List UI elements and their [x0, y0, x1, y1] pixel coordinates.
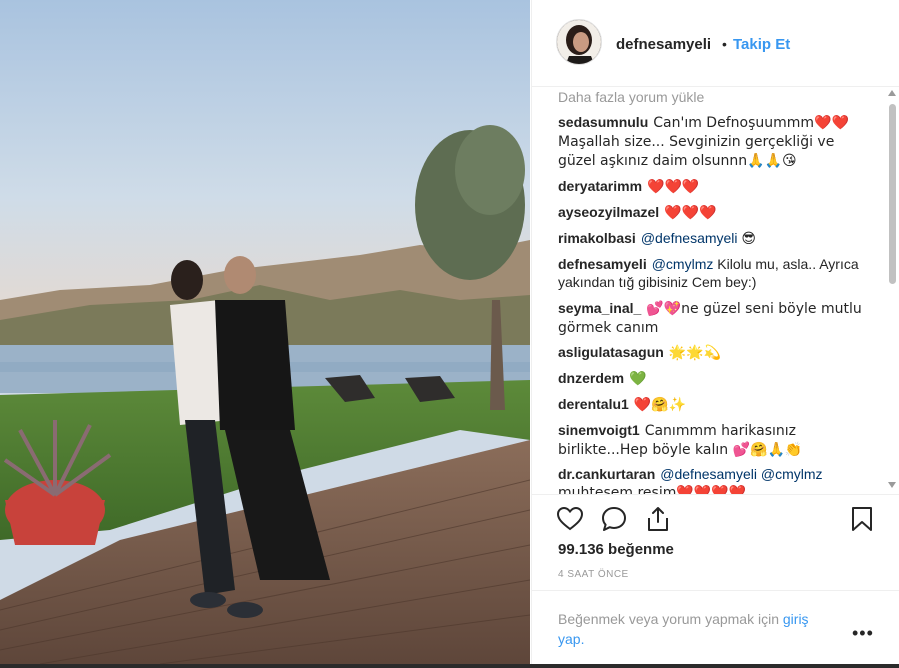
- comment-username[interactable]: seyma_inal_: [558, 300, 641, 316]
- comment-username[interactable]: asligulatasagun: [558, 344, 664, 360]
- post-header: defnesamyeli • Takip Et: [532, 0, 899, 87]
- load-more-comments[interactable]: Daha fazla yorum yükle: [558, 89, 704, 105]
- post-timestamp[interactable]: 4 SAAT ÖNCE: [558, 569, 629, 580]
- comment-text: 😎: [741, 231, 757, 247]
- comment-username[interactable]: ayseozyilmazel: [558, 204, 659, 220]
- action-bar: [532, 494, 899, 543]
- comment-text: ❤️❤️❤️: [647, 179, 700, 195]
- comment: rimakolbasi @defnesamyeli 😎: [558, 229, 873, 248]
- comment-mention[interactable]: @defnesamyeli @cmylmz: [660, 466, 822, 482]
- login-prompt-label: Beğenmek veya yorum yapmak için: [558, 611, 779, 627]
- bookmark-icon[interactable]: [848, 505, 876, 533]
- comment: asligulatasagun 🌟🌟💫: [558, 343, 873, 362]
- comment-username[interactable]: rimakolbasi: [558, 230, 636, 246]
- comment-username[interactable]: dr.cankurtaran: [558, 466, 655, 482]
- comment: dr.cankurtaran @defnesamyeli @cmylmz muht…: [558, 465, 873, 494]
- heart-icon[interactable]: [556, 505, 584, 533]
- avatar[interactable]: [556, 19, 602, 65]
- comment-username[interactable]: defnesamyeli: [558, 256, 647, 272]
- comment-username[interactable]: derentalu1: [558, 396, 629, 412]
- scroll-thumb[interactable]: [889, 104, 896, 284]
- comments-list[interactable]: Daha fazla yorum yükle sedasumnulu Can'ım…: [532, 86, 899, 494]
- comment-text: ❤️❤️❤️: [664, 205, 717, 221]
- comment-text: 🌟🌟💫: [668, 345, 722, 361]
- comment-username[interactable]: deryatarimm: [558, 178, 642, 194]
- more-options-icon[interactable]: •••: [852, 623, 874, 644]
- share-icon[interactable]: [644, 505, 672, 533]
- follow-button[interactable]: Takip Et: [733, 36, 790, 53]
- comment: seyma_inal_ 💕💖ne güzel seni böyle mutlu g…: [558, 299, 873, 337]
- scroll-down-arrow-icon[interactable]: [888, 482, 896, 488]
- scroll-up-arrow-icon[interactable]: [888, 90, 896, 96]
- comment-icon[interactable]: [600, 505, 628, 533]
- comment: derentalu1 ❤️🤗✨: [558, 395, 873, 414]
- comment-text: 💚: [629, 371, 647, 387]
- follow-separator: •: [722, 36, 727, 52]
- comments-scrollbar[interactable]: [886, 86, 898, 494]
- comment-mention[interactable]: @defnesamyeli: [641, 230, 738, 246]
- comment: sinemvoigt1 Canımmm harikasınız birlikte.…: [558, 421, 873, 459]
- comment: sedasumnulu Can'ım Defnoşuummm❤️❤️Maşalla…: [558, 113, 873, 170]
- post-photo: [0, 0, 530, 664]
- comment: ayseozyilmazel ❤️❤️❤️: [558, 203, 873, 222]
- comment-text: muhteşem resim❤️❤️❤️❤️: [558, 485, 747, 494]
- comment-username[interactable]: sedasumnulu: [558, 114, 648, 130]
- likes-count[interactable]: 99.136 beğenme: [558, 541, 674, 558]
- comment-text: ❤️🤗✨: [633, 397, 687, 413]
- comment-username[interactable]: dnzerdem: [558, 370, 624, 386]
- login-prompt: Beğenmek veya yorum yapmak için giriş ya…: [532, 590, 899, 665]
- comment: deryatarimm ❤️❤️❤️: [558, 177, 873, 196]
- comment-username[interactable]: sinemvoigt1: [558, 422, 640, 438]
- comment: dnzerdem 💚: [558, 369, 873, 388]
- comment: defnesamyeli @cmylmz Kilolu mu, asla.. Ay…: [558, 255, 873, 291]
- comment-mention[interactable]: @cmylmz: [652, 256, 714, 272]
- username[interactable]: defnesamyeli: [616, 36, 711, 53]
- post-sidebar: defnesamyeli • Takip Et Daha fazla yorum…: [531, 0, 899, 664]
- login-prompt-text: Beğenmek veya yorum yapmak için giriş ya…: [558, 609, 838, 649]
